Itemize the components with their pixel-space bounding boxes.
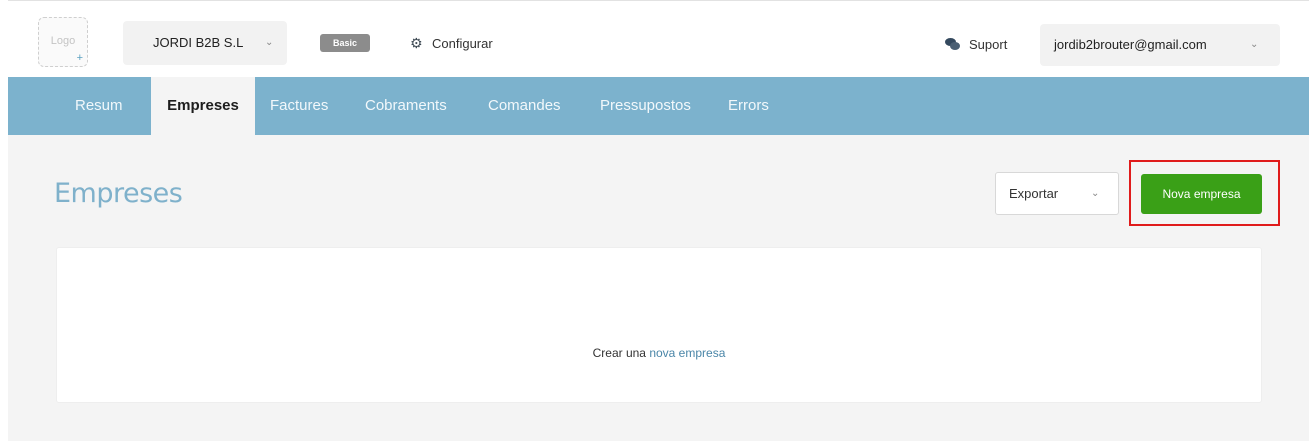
new-company-link[interactable]: nova empresa bbox=[649, 346, 725, 360]
tab-resum[interactable]: Resum bbox=[75, 77, 123, 135]
tab-errors[interactable]: Errors bbox=[728, 77, 769, 135]
chat-icon bbox=[945, 38, 961, 50]
user-email: jordib2brouter@gmail.com bbox=[1054, 37, 1207, 52]
main-nav: Resum Empreses Factures Cobraments Coman… bbox=[8, 77, 1309, 135]
empty-state-card: Crear una nova empresa bbox=[56, 247, 1262, 403]
app-frame: Logo + JORDI B2B S.L ⌄ Basic ⚙ Configurar… bbox=[8, 0, 1309, 441]
logo-placeholder-text: Logo bbox=[50, 35, 76, 47]
gear-icon: ⚙ bbox=[410, 35, 423, 51]
company-selector[interactable]: JORDI B2B S.L ⌄ bbox=[123, 21, 287, 65]
plan-badge: Basic bbox=[320, 34, 370, 52]
export-label: Exportar bbox=[1009, 186, 1059, 201]
tab-cobraments[interactable]: Cobraments bbox=[365, 77, 447, 135]
tab-factures[interactable]: Factures bbox=[270, 77, 328, 135]
support-link[interactable]: Suport bbox=[945, 36, 1007, 54]
new-company-button[interactable]: Nova empresa bbox=[1141, 174, 1262, 214]
chevron-down-icon: ⌄ bbox=[1250, 39, 1259, 50]
configure-label: Configurar bbox=[432, 36, 493, 51]
add-logo-icon: + bbox=[76, 52, 83, 64]
empty-state-message: Crear una nova empresa bbox=[57, 346, 1261, 360]
logo-upload[interactable]: Logo + bbox=[38, 17, 88, 67]
tab-comandes[interactable]: Comandes bbox=[488, 77, 561, 135]
user-menu[interactable]: jordib2brouter@gmail.com ⌄ bbox=[1040, 24, 1280, 66]
top-header: Logo + JORDI B2B S.L ⌄ Basic ⚙ Configurar… bbox=[8, 1, 1309, 77]
chevron-down-icon: ⌄ bbox=[265, 37, 274, 48]
tab-pressupostos[interactable]: Pressupostos bbox=[600, 77, 691, 135]
empty-state-text: Crear una bbox=[592, 346, 646, 360]
configure-link[interactable]: ⚙ Configurar bbox=[410, 34, 493, 52]
page-title: Empreses bbox=[54, 178, 183, 209]
company-name: JORDI B2B S.L bbox=[153, 35, 244, 50]
chevron-down-icon: ⌄ bbox=[1091, 188, 1100, 199]
export-dropdown[interactable]: Exportar ⌄ bbox=[995, 172, 1119, 215]
support-label: Suport bbox=[969, 37, 1008, 52]
tab-empreses[interactable]: Empreses bbox=[151, 77, 255, 135]
